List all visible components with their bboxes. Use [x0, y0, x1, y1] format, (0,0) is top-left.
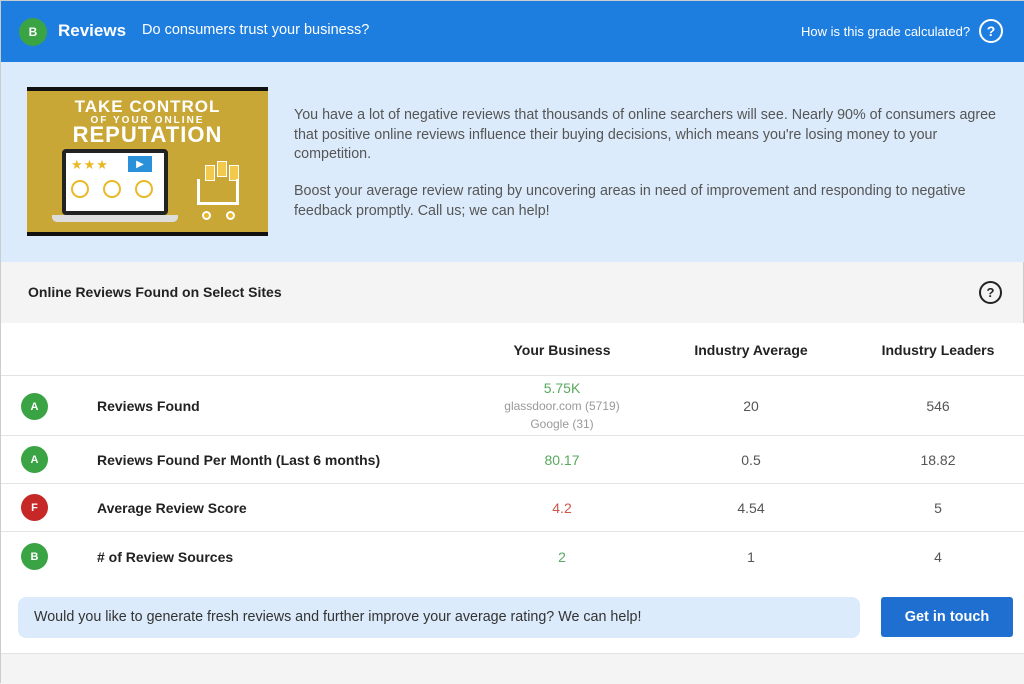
industry-average-value: 4.54	[737, 500, 765, 516]
grade-badge: A	[21, 446, 48, 473]
header-bar: B Reviews Do consumers trust your busine…	[1, 1, 1024, 62]
promo-heading-line3: REPUTATION	[72, 122, 223, 147]
industry-leaders-value: 5	[934, 500, 942, 516]
rating-stars-icon: ★★★	[71, 157, 109, 172]
review-source-google: Google (31)	[530, 417, 594, 431]
get-in-touch-button[interactable]: Get in touch	[881, 597, 1013, 637]
your-business-value: 2	[558, 549, 566, 565]
row-label: Reviews Found Per Month (Last 6 months)	[97, 452, 381, 468]
industry-leaders-value: 546	[926, 398, 950, 414]
table-row: A Reviews Found 5.75K glassdoor.com (571…	[1, 375, 1024, 435]
industry-average-value: 20	[743, 398, 759, 414]
laptop-icon: ★★★ ▶	[62, 149, 168, 215]
info-panel: TAKE CONTROL OF YOUR ONLINE REPUTATION ★…	[1, 62, 1024, 262]
chat-icon	[103, 180, 121, 198]
industry-average-value: 1	[747, 549, 755, 565]
table-row: A Reviews Found Per Month (Last 6 months…	[1, 435, 1024, 483]
grade-badge: F	[21, 494, 48, 521]
header-subtitle: Do consumers trust your business?	[142, 22, 370, 38]
play-icon[interactable]: ▶	[128, 156, 152, 172]
industry-leaders-value: 4	[934, 549, 942, 565]
row-label: Average Review Score	[97, 500, 247, 516]
cart-wheel	[202, 211, 211, 220]
header-title: Reviews	[58, 21, 127, 40]
promo-heading-line1: TAKE CONTROL	[74, 97, 221, 116]
promo-video-thumbnail[interactable]: TAKE CONTROL OF YOUR ONLINE REPUTATION ★…	[27, 87, 268, 236]
industry-leaders-value: 18.82	[920, 452, 956, 468]
phone-icon	[71, 180, 89, 198]
coin-icon	[217, 161, 227, 177]
section-help-icon[interactable]: ?	[979, 281, 1002, 304]
your-business-value: 5.75K glassdoor.com (5719) Google (31)	[462, 379, 662, 433]
section-title: Online Reviews Found on Select Sites	[28, 284, 282, 300]
reviews-found-value: 5.75K	[543, 380, 581, 396]
info-paragraph-1: You have a lot of negative reviews that …	[294, 107, 997, 162]
review-source-glassdoor: glassdoor.com (5719)	[504, 399, 620, 413]
column-header-your-business: Your Business	[513, 342, 611, 358]
grade-calculation-link[interactable]: How is this grade calculated?	[801, 24, 970, 39]
column-header-industry-average: Industry Average	[694, 342, 808, 358]
reviews-card: B Reviews Do consumers trust your busine…	[0, 0, 1024, 684]
cart-wheel	[226, 211, 235, 220]
table-row: B # of Review Sources 2 1 4	[1, 531, 1024, 581]
grade-badge: B	[21, 543, 48, 570]
grade-badge: A	[21, 393, 48, 420]
row-label: # of Review Sources	[97, 549, 234, 565]
footer-strip	[1, 653, 1024, 684]
your-business-value: 4.2	[552, 500, 572, 516]
laptop-base	[52, 215, 178, 222]
reviews-table: Your Business Industry Average Industry …	[1, 323, 1024, 653]
your-business-value: 80.17	[544, 452, 580, 468]
header-help-icon[interactable]: ?	[979, 19, 1003, 43]
row-label: Reviews Found	[97, 398, 200, 414]
cta-message: Would you like to generate fresh reviews…	[18, 597, 860, 638]
shopping-cart-icon	[197, 179, 239, 205]
location-icon	[135, 180, 153, 198]
header-grade-badge: B	[19, 18, 47, 46]
table-row: F Average Review Score 4.2 4.54 5	[1, 483, 1024, 531]
column-header-industry-leaders: Industry Leaders	[881, 342, 995, 358]
industry-average-value: 0.5	[741, 452, 761, 468]
info-paragraph-2: Boost your average review rating by unco…	[294, 183, 966, 219]
